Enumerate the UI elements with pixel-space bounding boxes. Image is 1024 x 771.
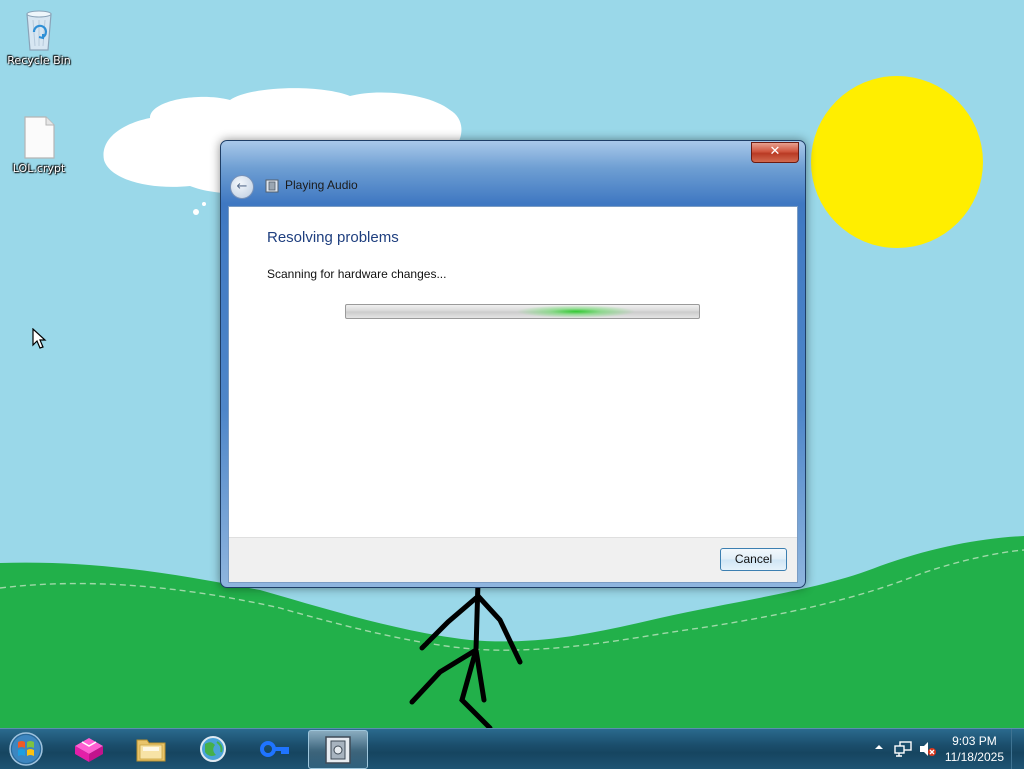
cancel-button[interactable]: Cancel xyxy=(720,548,787,571)
desktop-icon-recycle-bin[interactable]: Recycle Bin xyxy=(1,6,77,67)
clock[interactable]: 9:03 PM 11/18/2025 xyxy=(945,733,1004,765)
start-button[interactable] xyxy=(6,731,46,767)
dialog-content: Resolving problems Scanning for hardware… xyxy=(228,206,798,583)
system-tray: 9:03 PM 11/18/2025 xyxy=(864,729,1024,769)
show-hidden-icons-icon[interactable] xyxy=(874,741,884,753)
taskbar-app-playing-audio[interactable] xyxy=(308,730,368,769)
key-app-icon xyxy=(260,741,289,757)
page-heading: Resolving problems xyxy=(267,229,399,246)
desktop-icon-label: Recycle Bin xyxy=(7,54,71,67)
close-button[interactable]: ✕ xyxy=(751,142,799,163)
desktop-icon-lol-crypt[interactable]: LOL.crypt xyxy=(1,114,77,175)
sun xyxy=(811,76,983,248)
taskbar-app-file-explorer[interactable] xyxy=(122,730,180,767)
taskbar-app-globe-browser[interactable] xyxy=(184,730,242,767)
show-desktop-button[interactable] xyxy=(1011,729,1024,769)
status-text: Scanning for hardware changes... xyxy=(267,267,447,281)
globe-browser-icon xyxy=(200,736,226,762)
clock-date: 11/18/2025 xyxy=(944,750,1004,764)
window-title: Playing Audio xyxy=(285,178,358,192)
troubleshooter-icon xyxy=(265,179,279,193)
progress-marquee-indicator xyxy=(516,305,636,318)
windows-start-icon xyxy=(9,732,43,766)
file-icon xyxy=(24,116,55,159)
recycle-bin-icon xyxy=(26,10,52,51)
clock-time: 9:03 PM xyxy=(952,734,997,748)
desktop-icon-label: LOL.crypt xyxy=(12,162,66,175)
taskbar: 9:03 PM 11/18/2025 xyxy=(0,728,1024,769)
progress-bar-marquee xyxy=(345,304,700,319)
file-explorer-icon xyxy=(136,739,166,762)
taskbar-app-magenta-box[interactable] xyxy=(60,730,118,767)
dialog-footer: Cancel xyxy=(229,537,797,582)
playing-audio-troubleshooter-window: ✕ ← Playing Audio Resolving problems Sca… xyxy=(220,140,806,588)
volume-muted-icon[interactable] xyxy=(919,741,937,757)
playing-audio-troubleshooter-icon xyxy=(325,736,351,764)
title-bar[interactable]: ✕ ← Playing Audio xyxy=(221,141,805,205)
desktop: Recycle Bin LOL.crypt ✕ ← Playing Audio … xyxy=(0,0,1024,728)
network-icon[interactable] xyxy=(894,741,912,757)
mouse-pointer-icon xyxy=(32,328,47,349)
taskbar-app-key[interactable] xyxy=(246,730,304,767)
magenta-box-app-icon xyxy=(75,738,103,762)
back-button[interactable]: ← xyxy=(230,175,254,199)
